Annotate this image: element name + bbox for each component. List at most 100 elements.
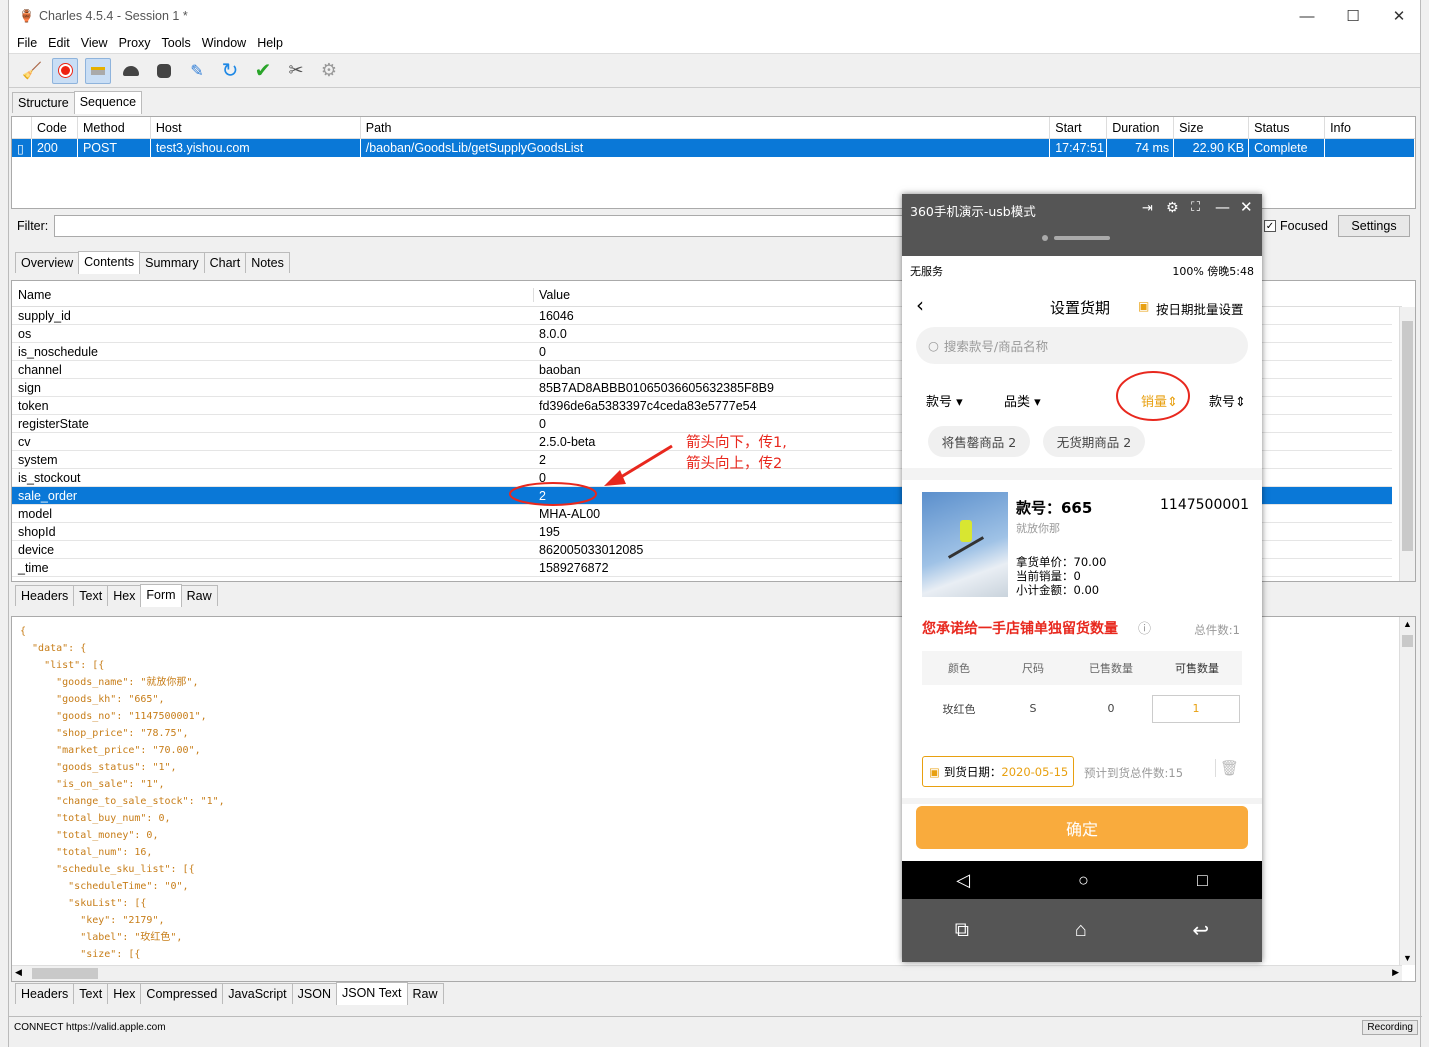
status-bar: CONNECT https://valid.apple.com Recordin… — [9, 1016, 1422, 1038]
filter-input[interactable] — [54, 215, 905, 237]
col-duration[interactable]: Duration — [1107, 117, 1175, 138]
mirror-back-icon[interactable]: ↩ — [1192, 918, 1209, 943]
tab-notes[interactable]: Notes — [245, 252, 290, 273]
turtle-icon[interactable] — [118, 58, 144, 84]
maximize-button[interactable]: ☐ — [1330, 0, 1376, 32]
menu-help[interactable]: Help — [257, 36, 283, 50]
phone-gear-icon[interactable]: ⚙ — [1166, 200, 1179, 216]
nav-recent-icon[interactable]: □ — [1197, 870, 1208, 891]
scroll-left-icon[interactable]: ◀ — [15, 967, 22, 978]
resp-tab-compressed[interactable]: Compressed — [140, 983, 224, 1004]
req-tab-form[interactable]: Form — [140, 584, 182, 607]
param-name: is_noschedule — [18, 344, 98, 359]
json-scroll-thumb[interactable] — [1402, 635, 1413, 647]
sort-kuanhao[interactable]: 款号 ▾ — [926, 391, 963, 410]
stop-hexagon-icon[interactable] — [151, 58, 177, 84]
param-value: 0 — [539, 344, 546, 359]
resp-tab-hex[interactable]: Hex — [107, 983, 142, 1004]
tab-structure[interactable]: Structure — [12, 92, 75, 113]
request-tabs: Headers Text Hex Form Raw — [12, 584, 218, 607]
trash-icon[interactable]: 🗑 — [1215, 759, 1239, 777]
json-scrollbar-h[interactable]: ◀ ▶ — [12, 965, 1402, 981]
pager-dot — [1042, 235, 1048, 241]
close-button[interactable]: ✕ — [1376, 0, 1422, 32]
col-method[interactable]: Method — [78, 117, 151, 138]
scroll-up-icon[interactable]: ▲ — [1403, 619, 1412, 629]
cell-method: POST — [78, 139, 151, 157]
mirror-home-icon[interactable]: ⌂ — [1075, 919, 1087, 942]
scroll-right-icon[interactable]: ▶ — [1392, 967, 1399, 978]
scroll-down-icon[interactable]: ▼ — [1403, 953, 1412, 963]
json-scrollbar-v[interactable]: ▲ ▼ — [1399, 617, 1415, 965]
settings-button[interactable]: Settings — [1338, 215, 1410, 237]
col-host[interactable]: Host — [151, 117, 361, 138]
menu-tools[interactable]: Tools — [162, 36, 191, 50]
batch-date-setting[interactable]: 按日期批量设置 — [1156, 299, 1244, 318]
col-size[interactable]: Size — [1174, 117, 1250, 138]
focused-option[interactable]: ✓ Focused — [1264, 216, 1328, 236]
nav-home-icon[interactable]: ○ — [1078, 870, 1089, 891]
menu-proxy[interactable]: Proxy — [119, 36, 151, 50]
json-scroll-h-thumb[interactable] — [32, 968, 98, 979]
col-start[interactable]: Start — [1050, 117, 1108, 138]
phone-search-input[interactable]: ○ 搜索款号/商品名称 — [916, 327, 1248, 364]
tab-chart[interactable]: Chart — [203, 252, 247, 273]
col-info[interactable]: Info — [1325, 117, 1415, 138]
check-icon[interactable]: ✔ — [250, 58, 276, 84]
tab-sequence[interactable]: Sequence — [73, 91, 143, 114]
pin-icon[interactable]: ⇥ — [1142, 201, 1153, 216]
resp-tab-headers[interactable]: Headers — [15, 983, 75, 1004]
tab-overview[interactable]: Overview — [15, 252, 80, 273]
sort-category[interactable]: 品类 ▾ — [1004, 391, 1041, 410]
col-code[interactable]: Code — [32, 117, 78, 138]
chip-no-schedule[interactable]: 无货期商品 2 — [1043, 426, 1145, 457]
arrival-date-picker[interactable]: ▣ 到货日期： 2020-05-15 — [922, 756, 1074, 787]
fullscreen-icon[interactable]: ⛶ — [1191, 200, 1200, 215]
col-status[interactable]: Status — [1249, 117, 1326, 138]
col-name[interactable]: Name — [12, 288, 534, 302]
menu-edit[interactable]: Edit — [48, 36, 70, 50]
focused-checkbox[interactable]: ✓ — [1264, 220, 1276, 232]
divider-2 — [902, 798, 1262, 804]
throttle-icon[interactable] — [85, 57, 111, 84]
resp-tab-json-text[interactable]: JSON Text — [336, 982, 408, 1005]
tab-contents[interactable]: Contents — [78, 251, 141, 274]
req-tab-text[interactable]: Text — [73, 585, 109, 606]
chip-sellout[interactable]: 将售罄商品 2 — [928, 426, 1030, 457]
phone-minimize-icon[interactable]: — — [1215, 198, 1230, 216]
json-line: "goods_status": "1", — [20, 762, 177, 773]
mirror-recent-icon[interactable]: ⧉ — [955, 919, 969, 942]
minimize-button[interactable]: — — [1284, 0, 1330, 32]
pen-icon[interactable]: ✎ — [184, 58, 210, 84]
resp-tab-text[interactable]: Text — [73, 983, 109, 1004]
req-tab-headers[interactable]: Headers — [15, 585, 75, 606]
nav-back-icon[interactable]: ◁ — [956, 870, 970, 891]
resp-tab-javascript[interactable]: JavaScript — [222, 983, 293, 1004]
json-line: "size": [{ — [20, 949, 141, 960]
help-icon[interactable]: ⓘ — [1138, 618, 1151, 637]
form-scrollbar[interactable] — [1399, 307, 1415, 581]
form-scroll-thumb[interactable] — [1402, 321, 1413, 551]
col-value[interactable]: Value — [534, 288, 570, 302]
available-qty-input[interactable]: 1 — [1152, 694, 1240, 723]
phone-close-icon[interactable]: ✕ — [1240, 198, 1253, 216]
resp-tab-json[interactable]: JSON — [291, 983, 337, 1004]
confirm-button[interactable]: 确定 — [916, 806, 1248, 849]
resp-tab-raw[interactable]: Raw — [406, 983, 444, 1004]
menu-file[interactable]: File — [17, 36, 37, 50]
req-tab-raw[interactable]: Raw — [180, 585, 218, 606]
gear-icon[interactable]: ⚙ — [316, 58, 342, 84]
req-tab-hex[interactable]: Hex — [107, 585, 142, 606]
tools-icon[interactable]: ✂ — [283, 58, 309, 84]
table-row[interactable]: ▯ 200 POST test3.yishou.com /baoban/Good… — [12, 139, 1415, 157]
menu-window[interactable]: Window — [202, 36, 246, 50]
sort-kuanhao-2[interactable]: 款号⇕ — [1209, 391, 1246, 410]
back-chevron-icon[interactable]: ‹ — [916, 293, 924, 317]
refresh-icon[interactable]: ↻ — [217, 58, 243, 84]
recording-indicator[interactable]: Recording — [1362, 1020, 1418, 1035]
col-path[interactable]: Path — [361, 117, 1051, 138]
record-icon[interactable] — [52, 57, 78, 84]
broom-icon[interactable]: 🧹 — [19, 58, 45, 84]
tab-summary[interactable]: Summary — [139, 252, 205, 273]
menu-view[interactable]: View — [81, 36, 108, 50]
